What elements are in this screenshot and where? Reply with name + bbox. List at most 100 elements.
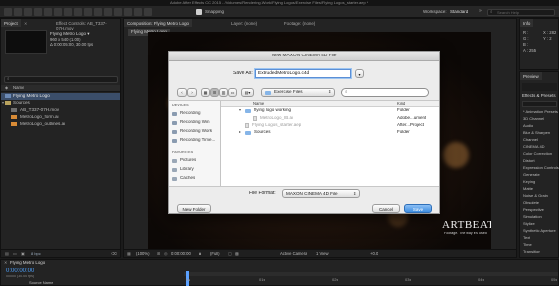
chevron-down-icon[interactable]: ▾ xyxy=(2,101,4,105)
region-of-interest-icon[interactable]: ▢ xyxy=(228,252,232,256)
sidebar-device-recording[interactable]: Recording xyxy=(180,111,201,116)
project-search-input[interactable]: ⌕ xyxy=(4,76,118,83)
effects-category-item[interactable]: Simulation xyxy=(523,215,542,219)
location-select[interactable]: Exercise Files ⇕ xyxy=(261,88,335,97)
mask-visibility-icon[interactable]: ◎ xyxy=(164,252,168,256)
close-icon[interactable]: ✕ xyxy=(24,21,27,29)
trash-icon[interactable]: ⌫ xyxy=(111,252,117,256)
finder-search-input[interactable]: ⌕ xyxy=(341,88,429,97)
mask-tool-icon[interactable] xyxy=(74,8,82,16)
cancel-button[interactable]: Cancel xyxy=(372,204,400,213)
close-icon[interactable]: ✕ xyxy=(4,261,7,265)
search-help-field[interactable]: ⌕ Search Help xyxy=(487,9,555,16)
hand-tool-icon[interactable] xyxy=(24,8,32,16)
chevron-down-icon[interactable]: ▾ xyxy=(239,108,241,112)
save-as-input[interactable]: ExtrudedMetroLogo.c4d xyxy=(255,69,351,78)
pen-tool-icon[interactable] xyxy=(84,8,92,16)
effects-category-item[interactable]: Color Correction xyxy=(523,152,552,156)
file-row-sources[interactable]: Sources xyxy=(254,130,271,135)
type-tool-icon[interactable] xyxy=(94,8,102,16)
pan-behind-tool-icon[interactable] xyxy=(64,8,72,16)
interpret-footage-icon[interactable]: ▤ xyxy=(5,252,9,256)
effects-category-item[interactable]: Keying xyxy=(523,180,535,184)
tab-footage[interactable]: Footage: (none) xyxy=(281,19,318,27)
active-camera-select[interactable]: Active Camera xyxy=(280,252,307,256)
save-button[interactable]: Save xyxy=(404,204,432,213)
column-view-button[interactable]: ▥ xyxy=(219,88,228,97)
camera-tool-icon[interactable] xyxy=(54,8,62,16)
sidebar-favorite-caches[interactable]: Caches xyxy=(180,176,195,181)
clone-tool-icon[interactable] xyxy=(114,8,122,16)
expand-dialog-button[interactable]: ▾ xyxy=(355,69,364,78)
tab-layer[interactable]: Layer: (none) xyxy=(228,19,260,27)
tab-timeline-comp[interactable]: Flying Metro Logo xyxy=(10,261,45,265)
grid-icon[interactable]: ⊞ xyxy=(157,252,160,256)
preview-toggle-icon[interactable]: ▦ xyxy=(127,252,131,256)
sidebar-device-recording-work[interactable]: Recording Work xyxy=(180,129,212,134)
selection-tool-icon[interactable] xyxy=(14,8,22,16)
magnification-select[interactable]: (100%) xyxy=(136,252,150,256)
effects-category-item[interactable]: Noise & Grain xyxy=(523,194,548,198)
effects-category-item[interactable]: * Animation Presets xyxy=(523,110,558,114)
chevron-right-icon[interactable]: ▸ xyxy=(239,130,241,134)
timeline-current-time[interactable]: 0:00:00:00 xyxy=(6,268,34,274)
sidebar-favorite-library[interactable]: Library xyxy=(180,167,194,172)
tab-project[interactable]: Project xyxy=(1,19,21,27)
workspace-menu-icon[interactable]: » xyxy=(479,9,482,14)
effects-category-item[interactable]: Channel xyxy=(523,138,538,142)
new-comp-icon[interactable]: ▣ xyxy=(21,252,25,256)
selected-item-name[interactable]: Flying Metro Logo ▾ xyxy=(50,32,90,37)
icon-view-button[interactable]: ▦ xyxy=(201,88,210,97)
puppet-tool-icon[interactable] xyxy=(144,8,152,16)
coverflow-view-button[interactable]: ▭ xyxy=(228,88,237,97)
new-folder-button[interactable]: New Folder xyxy=(177,204,211,213)
bit-depth-button[interactable]: 8 bpc xyxy=(31,252,41,256)
sidebar-device-recording-time[interactable]: Recording Time... xyxy=(180,138,215,143)
snapshot-camera-icon[interactable]: ◙ xyxy=(199,252,201,256)
resolution-select[interactable]: (Full) xyxy=(210,252,220,256)
file-format-select[interactable]: MAXON CINEMA 4D File ⇕ xyxy=(282,189,360,198)
current-time-display[interactable]: 0:00:00:00 xyxy=(171,252,191,256)
sidebar-favorite-pictures[interactable]: Pictures xyxy=(180,158,196,163)
tab-composition[interactable]: Composition: Flying Metro Logo xyxy=(124,19,192,27)
transparency-grid-icon[interactable]: ▩ xyxy=(235,252,239,256)
tab-effect-controls[interactable]: Effect Controls: AB_T337-07H.mov xyxy=(53,19,120,31)
tree-item-metrologo-outlines[interactable]: MetroLogo_outlines.ai xyxy=(20,122,65,127)
effects-presets-tab[interactable]: Effects & Presets xyxy=(522,94,556,98)
tree-item-sources[interactable]: Sources xyxy=(13,101,30,106)
kind-column-header[interactable]: Kind xyxy=(397,102,405,106)
effects-category-item[interactable]: Audio xyxy=(523,124,533,128)
effects-category-item[interactable]: Synthetic Aperture xyxy=(523,229,556,233)
preview-controls[interactable] xyxy=(522,83,557,91)
tree-item-footage[interactable]: AB_T337-07H.mov xyxy=(20,108,59,113)
effects-category-item[interactable]: 3D Channel xyxy=(523,117,544,121)
tab-preview[interactable]: Preview xyxy=(520,72,542,80)
forward-button[interactable]: › xyxy=(187,88,197,97)
snapping-checkbox[interactable] xyxy=(196,9,202,15)
effects-category-item[interactable]: Stylize xyxy=(523,222,535,226)
name-column-header[interactable]: Name xyxy=(253,102,264,106)
effects-search-input[interactable] xyxy=(522,101,557,107)
effects-category-item[interactable]: CINEMA 4D xyxy=(523,145,545,149)
rotate-tool-icon[interactable] xyxy=(44,8,52,16)
effects-category-item[interactable]: Text xyxy=(523,236,530,240)
view-layout-select[interactable]: 1 View xyxy=(316,252,329,256)
file-row-flying-logo-working[interactable]: flying logo working xyxy=(254,108,291,113)
brush-tool-icon[interactable] xyxy=(104,8,112,16)
arrange-button[interactable]: ▤▾ xyxy=(241,88,254,97)
sidebar-device-recording-win[interactable]: Recording Win xyxy=(180,120,210,125)
effects-category-item[interactable]: Perspective xyxy=(523,208,544,212)
effects-category-item[interactable]: Expression Controls xyxy=(523,166,559,170)
name-column-header[interactable]: Name xyxy=(13,86,24,90)
tree-item-flying-metro-logo[interactable]: Flying Metro Logo xyxy=(13,94,50,99)
new-folder-icon[interactable]: ▭ xyxy=(13,252,17,256)
home-icon[interactable] xyxy=(4,8,12,16)
effects-category-item[interactable]: Distort xyxy=(523,159,535,163)
exposure-value[interactable]: +0.0 xyxy=(370,252,378,256)
list-view-button[interactable]: ☰ xyxy=(210,88,219,97)
source-name-column[interactable]: Source Name xyxy=(29,281,53,285)
effects-category-item[interactable]: Time xyxy=(523,243,532,247)
effects-category-item[interactable]: Transition xyxy=(523,250,540,254)
tab-info[interactable]: Info xyxy=(520,19,534,27)
roto-tool-icon[interactable] xyxy=(134,8,142,16)
